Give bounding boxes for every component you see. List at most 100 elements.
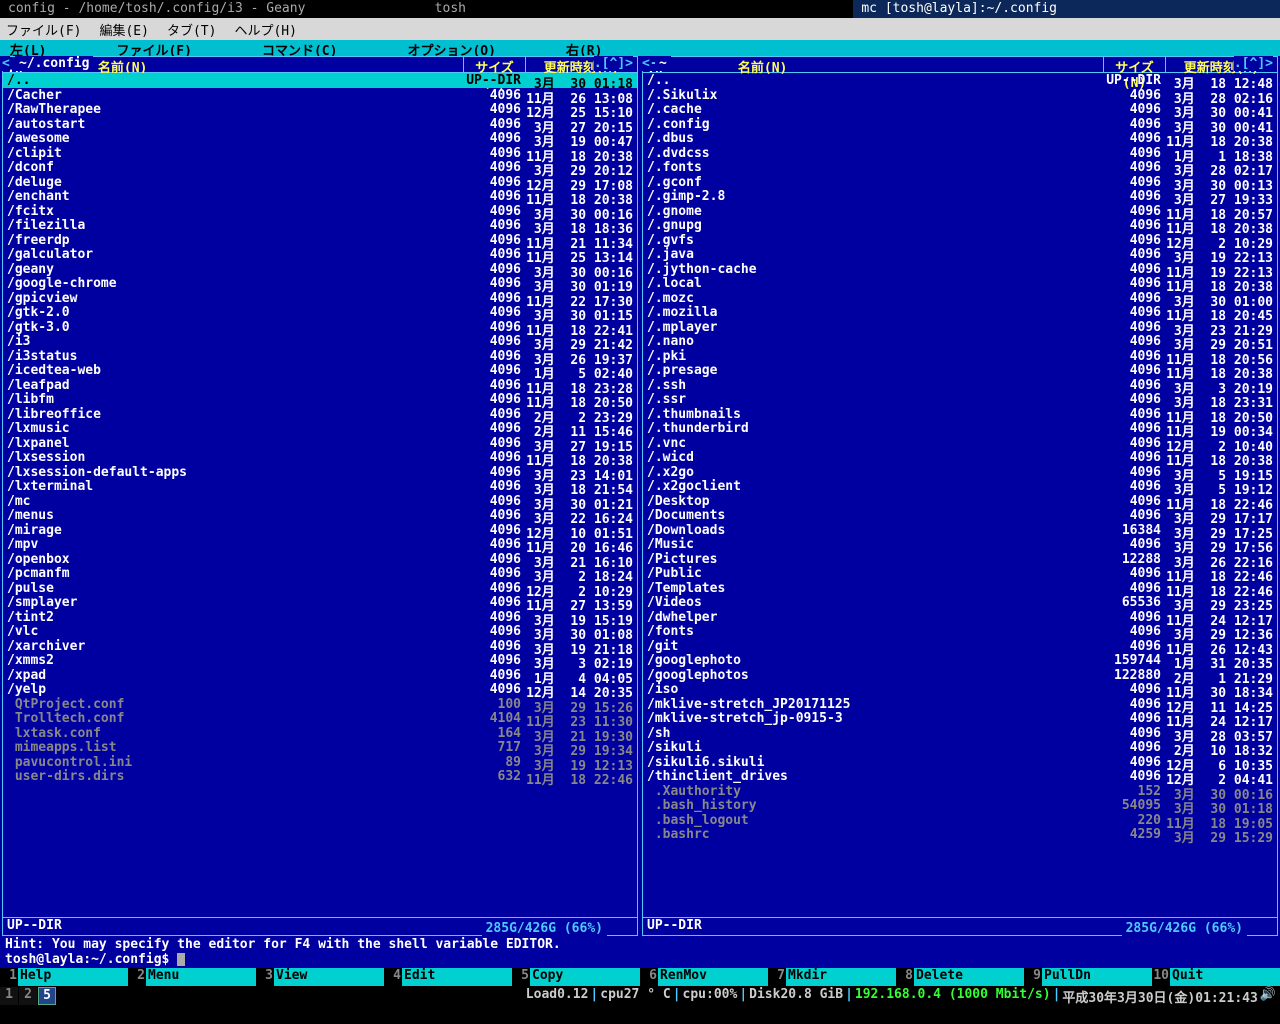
dir-row[interactable]: /yelp409612月 14 20:35 bbox=[3, 682, 637, 697]
dir-row[interactable]: /mpv409611月 20 16:46 bbox=[3, 537, 637, 552]
fkey-menu[interactable]: 2Menu bbox=[128, 968, 256, 986]
dir-row[interactable]: /geany4096 3月 30 00:16 bbox=[3, 262, 637, 277]
right-file-list[interactable]: /..UP--DIR 3月 18 12:48/.Sikulix4096 3月 2… bbox=[643, 73, 1277, 917]
dir-row[interactable]: /Documents4096 3月 29 17:17 bbox=[643, 508, 1277, 523]
fkey-renmov[interactable]: 6RenMov bbox=[640, 968, 768, 986]
fkey-pulldn[interactable]: 9PullDn bbox=[1024, 968, 1152, 986]
dir-row[interactable]: /.x2goclient4096 3月 5 19:12 bbox=[643, 479, 1277, 494]
mc-menu-item[interactable]: オプション(O) bbox=[407, 40, 495, 56]
dir-row[interactable]: /dconf4096 3月 29 20:12 bbox=[3, 160, 637, 175]
dir-row[interactable]: /googlephotos122880 2月 1 21:29 bbox=[643, 668, 1277, 683]
dir-row[interactable]: /freerdp409611月 21 11:34 bbox=[3, 233, 637, 248]
file-row[interactable]: pavucontrol.ini89 3月 19 12:13 bbox=[3, 755, 637, 770]
file-row[interactable]: lxtask.conf164 3月 21 19:30 bbox=[3, 726, 637, 741]
dir-row[interactable]: /lxsession409611月 18 20:38 bbox=[3, 450, 637, 465]
dir-row[interactable]: /mklive-stretch_JP20171125409612月 11 14:… bbox=[643, 697, 1277, 712]
file-row[interactable]: .bash_logout22011月 18 19:05 bbox=[643, 813, 1277, 828]
dir-row[interactable]: /.jython-cache409611月 19 22:13 bbox=[643, 262, 1277, 277]
dir-row[interactable]: /RawTherapee409612月 25 15:10 bbox=[3, 102, 637, 117]
dir-row[interactable]: /.dbus409611月 18 20:38 bbox=[643, 131, 1277, 146]
dir-row[interactable]: /.mozc4096 3月 30 01:00 bbox=[643, 291, 1277, 306]
menu-item[interactable]: ファイル(F) bbox=[6, 20, 81, 39]
dir-row[interactable]: /galculator409611月 25 13:14 bbox=[3, 247, 637, 262]
dir-row[interactable]: /iso409611月 30 18:34 bbox=[643, 682, 1277, 697]
dir-row[interactable]: /..UP--DIR 3月 18 12:48 bbox=[643, 73, 1277, 88]
dir-row[interactable]: /xarchiver4096 3月 19 21:18 bbox=[3, 639, 637, 654]
file-row[interactable]: .bashrc4259 3月 29 15:29 bbox=[643, 827, 1277, 842]
dir-row[interactable]: /lxmusic4096 2月 11 15:46 bbox=[3, 421, 637, 436]
dir-row[interactable]: /Music4096 3月 29 17:56 bbox=[643, 537, 1277, 552]
fkey-edit[interactable]: 4Edit bbox=[384, 968, 512, 986]
dir-row[interactable]: /.config4096 3月 30 00:41 bbox=[643, 117, 1277, 132]
dir-row[interactable]: /.pki409611月 18 20:56 bbox=[643, 349, 1277, 364]
dir-row[interactable]: /Desktop409611月 18 22:46 bbox=[643, 494, 1277, 509]
fkey-mkdir[interactable]: 7Mkdir bbox=[768, 968, 896, 986]
left-panel[interactable]: < ~/.config .[^]> .n名前(N) サイズ(N) 更新時刻(M)… bbox=[2, 56, 638, 936]
file-row[interactable]: .Xauthority152 3月 30 00:16 bbox=[643, 784, 1277, 799]
menu-item[interactable]: 編集(E) bbox=[99, 20, 148, 39]
file-row[interactable]: Trolltech.conf410411月 23 11:30 bbox=[3, 711, 637, 726]
dir-row[interactable]: /..UP--DIR 3月 30 01:18 bbox=[3, 73, 637, 88]
title-tab[interactable]: tosh bbox=[427, 0, 854, 18]
dir-row[interactable]: /Downloads16384 3月 29 17:25 bbox=[643, 523, 1277, 538]
file-row[interactable]: QtProject.conf100 3月 29 15:26 bbox=[3, 697, 637, 712]
dir-row[interactable]: /sikuli6.sikuli409612月 6 10:35 bbox=[643, 755, 1277, 770]
volume-icon[interactable]: 🔊 bbox=[1260, 987, 1276, 1006]
dir-row[interactable]: /deluge409612月 29 17:08 bbox=[3, 175, 637, 190]
dir-row[interactable]: /.gimp-2.84096 3月 27 19:33 bbox=[643, 189, 1277, 204]
panel-scroll-icons[interactable]: .[^]> bbox=[1234, 56, 1273, 71]
dir-row[interactable]: /git409611月 26 12:43 bbox=[643, 639, 1277, 654]
dir-row[interactable]: /enchant409611月 18 20:38 bbox=[3, 189, 637, 204]
dir-row[interactable]: /libreoffice4096 2月 2 23:29 bbox=[3, 407, 637, 422]
dir-row[interactable]: /Videos65536 3月 29 23:25 bbox=[643, 595, 1277, 610]
file-row[interactable]: user-dirs.dirs63211月 18 22:46 bbox=[3, 769, 637, 784]
dir-row[interactable]: /.local409611月 18 20:38 bbox=[643, 276, 1277, 291]
workspace-2[interactable]: 2 bbox=[19, 987, 37, 1005]
dir-row[interactable]: /mklive-stretch_jp-0915-3409611月 24 12:1… bbox=[643, 711, 1277, 726]
dir-row[interactable]: /.nano4096 3月 29 20:51 bbox=[643, 334, 1277, 349]
dir-row[interactable]: /xpad4096 1月 4 04:05 bbox=[3, 668, 637, 683]
dir-row[interactable]: /filezilla4096 3月 18 18:36 bbox=[3, 218, 637, 233]
dir-row[interactable]: /tint24096 3月 19 15:19 bbox=[3, 610, 637, 625]
dir-row[interactable]: /smplayer409611月 27 13:59 bbox=[3, 595, 637, 610]
dir-row[interactable]: /.ssh4096 3月 3 20:19 bbox=[643, 378, 1277, 393]
dir-row[interactable]: /i34096 3月 29 21:42 bbox=[3, 334, 637, 349]
dir-row[interactable]: /fonts4096 3月 29 12:36 bbox=[643, 624, 1277, 639]
dir-row[interactable]: /.wicd409611月 18 20:38 bbox=[643, 450, 1277, 465]
dir-row[interactable]: /.gnupg409611月 18 20:38 bbox=[643, 218, 1277, 233]
panel-scroll-icons[interactable]: .[^]> bbox=[594, 56, 633, 71]
dir-row[interactable]: /.x2go4096 3月 5 19:15 bbox=[643, 465, 1277, 480]
dir-row[interactable]: /.dvdcss4096 1月 1 18:38 bbox=[643, 146, 1277, 161]
dir-row[interactable]: /Pictures12288 3月 26 22:16 bbox=[643, 552, 1277, 567]
dir-row[interactable]: /lxsession-default-apps4096 3月 23 14:01 bbox=[3, 465, 637, 480]
dir-row[interactable]: /mirage409612月 10 01:51 bbox=[3, 523, 637, 538]
dir-row[interactable]: /.mplayer4096 3月 23 21:29 bbox=[643, 320, 1277, 335]
dir-row[interactable]: /fcitx4096 3月 30 00:16 bbox=[3, 204, 637, 219]
file-row[interactable]: .bash_history54095 3月 30 01:18 bbox=[643, 798, 1277, 813]
shell-prompt[interactable]: tosh@layla:~/.config$ bbox=[0, 952, 1280, 968]
dir-row[interactable]: /.vnc409612月 2 10:40 bbox=[643, 436, 1277, 451]
dir-row[interactable]: /leafpad409611月 18 23:28 bbox=[3, 378, 637, 393]
dir-row[interactable]: /Templates409611月 18 22:46 bbox=[643, 581, 1277, 596]
mc-menu-item[interactable]: 右(R) bbox=[566, 40, 602, 56]
dir-row[interactable]: /.ssr4096 3月 18 23:31 bbox=[643, 392, 1277, 407]
fkey-view[interactable]: 3View bbox=[256, 968, 384, 986]
dir-row[interactable]: /sh4096 3月 28 03:57 bbox=[643, 726, 1277, 741]
dir-row[interactable]: /.mozilla409611月 18 20:45 bbox=[643, 305, 1277, 320]
dir-row[interactable]: /.Sikulix4096 3月 28 02:16 bbox=[643, 88, 1277, 103]
dir-row[interactable]: /.presage409611月 18 20:38 bbox=[643, 363, 1277, 378]
mc-menu-item[interactable]: 左(L) bbox=[10, 40, 46, 56]
dir-row[interactable]: /openbox4096 3月 21 16:10 bbox=[3, 552, 637, 567]
dir-row[interactable]: /Public409611月 18 22:46 bbox=[643, 566, 1277, 581]
dir-row[interactable]: /google-chrome4096 3月 30 01:19 bbox=[3, 276, 637, 291]
dir-row[interactable]: /sikuli4096 2月 10 18:32 bbox=[643, 740, 1277, 755]
dir-row[interactable]: /libfm409611月 18 20:50 bbox=[3, 392, 637, 407]
fkey-quit[interactable]: 10Quit bbox=[1152, 968, 1280, 986]
workspace-5[interactable]: 5 bbox=[38, 987, 56, 1005]
dir-row[interactable]: /gpicview409611月 22 17:30 bbox=[3, 291, 637, 306]
dir-row[interactable]: /.java4096 3月 19 22:13 bbox=[643, 247, 1277, 262]
workspace-1[interactable]: 1 bbox=[0, 987, 18, 1005]
dir-row[interactable]: /lxpanel4096 3月 27 19:15 bbox=[3, 436, 637, 451]
dir-row[interactable]: /.cache4096 3月 30 00:41 bbox=[643, 102, 1277, 117]
i3-statusbar[interactable]: 125 Load0.12| cpu27 ° C| cpu:00%| Disk20… bbox=[0, 986, 1280, 1006]
